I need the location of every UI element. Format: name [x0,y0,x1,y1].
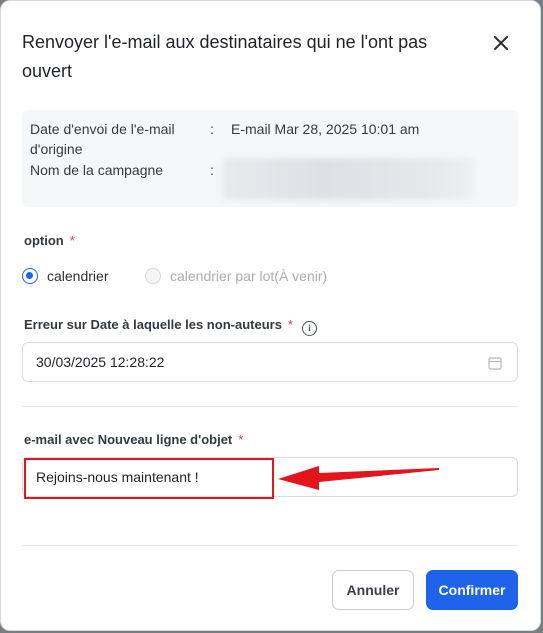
annotation-arrow [278,466,439,490]
subject-field-label-text: e-mail avec Nouveau ligne d'objet [24,432,233,447]
date-time-value: 30/03/2025 12:28:22 [36,354,165,370]
date-field-label: Erreur sur Date à laquelle les non-auteu… [24,316,317,336]
radio-calendrier-label: calendrier [47,268,109,284]
required-mark: * [238,432,244,447]
date-time-picker[interactable]: 30/03/2025 12:28:22 [22,342,518,382]
subject-field-label: e-mail avec Nouveau ligne d'objet * [24,431,243,449]
radio-calendrier-par-lot: calendrier par lot(À venir) [145,265,327,287]
campaign-name-separator: : [210,162,214,178]
annotation-highlight-box [24,458,274,499]
dialog-title: Renvoyer l'e-mail aux destinataires qui … [22,32,428,81]
radio-calendrier[interactable]: calendrier [22,265,108,287]
radio-button-checked[interactable] [22,268,38,284]
calendar-icon[interactable] [488,356,502,370]
send-date-value: E-mail Mar 28, 2025 10:01 am [231,121,420,137]
section-divider [22,406,518,407]
cancel-button[interactable]: Annuler [332,570,414,610]
campaign-name-label: Nom de la campagne [30,162,164,178]
radio-calendrier-par-lot-label: calendrier par lot(À venir) [170,268,328,284]
required-mark: * [69,233,75,248]
required-mark: * [287,317,293,332]
option-label-text: option [24,233,64,248]
radio-button-disabled [145,268,161,284]
confirm-button[interactable]: Confirmer [426,570,518,610]
footer-divider [22,545,518,546]
close-icon [494,36,508,50]
send-date-separator: : [210,121,214,137]
campaign-name-value-redacted [222,158,474,200]
original-email-info: Date d'envoi de l'e-mail d'origine : E-m… [22,110,518,207]
resend-dialog: Renvoyer l'e-mail aux destinataires qui … [0,0,541,631]
info-icon[interactable]: i [301,320,317,336]
option-label: option * [24,232,75,250]
close-button[interactable] [489,31,513,55]
date-field-label-text: Erreur sur Date à laquelle les non-auteu… [24,317,282,332]
send-date-label: Date d'envoi de l'e-mail d'origine [30,121,175,157]
